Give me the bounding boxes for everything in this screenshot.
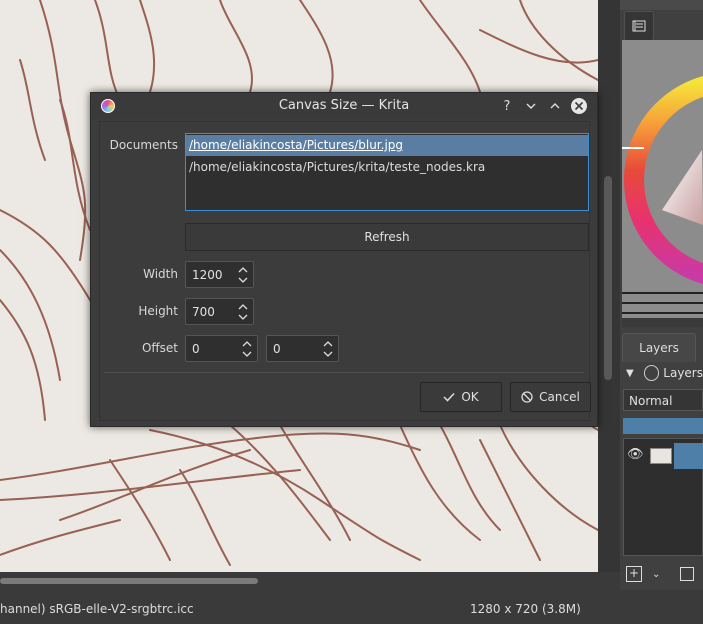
spin-arrows-icon[interactable] bbox=[323, 339, 333, 359]
tab-layers[interactable]: Layers bbox=[622, 333, 696, 362]
color-selector-panel[interactable] bbox=[622, 40, 703, 327]
blend-mode-select[interactable]: Normal bbox=[623, 389, 703, 411]
opacity-slider[interactable] bbox=[623, 418, 703, 434]
maximize-button[interactable] bbox=[546, 97, 564, 115]
chevron-down-icon[interactable]: ⌄ bbox=[652, 569, 660, 580]
ok-label: OK bbox=[461, 390, 479, 404]
width-spinbox[interactable]: 1200 bbox=[185, 261, 254, 288]
offset-x-spinbox[interactable]: 0 bbox=[185, 335, 258, 362]
spin-arrows-icon[interactable] bbox=[242, 339, 252, 359]
chevron-down-icon bbox=[526, 103, 536, 109]
spin-arrows-icon[interactable] bbox=[238, 265, 248, 285]
layer-thumbnail bbox=[650, 448, 672, 464]
panel-menu-icon[interactable] bbox=[624, 11, 654, 41]
close-button[interactable] bbox=[570, 97, 588, 115]
layer-list[interactable]: 👁 bbox=[623, 438, 703, 556]
documents-list[interactable]: /home/eliakincosta/Pictures/blur.jpg /ho… bbox=[185, 133, 589, 211]
canvas-horizontal-scrollbar[interactable] bbox=[0, 572, 598, 590]
separator bbox=[104, 372, 584, 373]
check-icon bbox=[443, 392, 455, 402]
spin-arrows-icon[interactable] bbox=[238, 302, 248, 322]
blend-mode-value: Normal bbox=[629, 394, 673, 408]
layers-docker-header: ▼ Layers bbox=[622, 361, 703, 385]
collapse-arrow-icon[interactable]: ▼ bbox=[626, 368, 634, 379]
canvas-size-dialog: Canvas Size — Krita ? Documents /home/el… bbox=[90, 92, 598, 427]
scroll-thumb[interactable] bbox=[0, 578, 258, 584]
duplicate-layer-icon[interactable] bbox=[680, 567, 695, 581]
status-bar: hannel) sRGB-elle-V2-srgbtrc.icc 1280 x … bbox=[0, 596, 703, 624]
layer-row[interactable]: 👁 bbox=[624, 441, 703, 469]
dialog-body: Documents /home/eliakincosta/Pictures/bl… bbox=[99, 121, 591, 421]
scroll-thumb[interactable] bbox=[604, 176, 612, 380]
eye-icon[interactable]: 👁 bbox=[627, 447, 644, 462]
canvas-vertical-scrollbar[interactable] bbox=[598, 0, 620, 572]
height-spinbox[interactable]: 700 bbox=[185, 298, 254, 325]
close-icon bbox=[571, 98, 587, 114]
image-size-status: 1280 x 720 (3.8M) bbox=[470, 602, 581, 616]
offset-x-value: 0 bbox=[192, 342, 200, 356]
list-item[interactable]: /home/eliakincosta/Pictures/blur.jpg bbox=[186, 135, 588, 156]
refresh-button[interactable]: Refresh bbox=[185, 223, 589, 251]
documents-label: Documents bbox=[109, 138, 178, 152]
layers-toolbar: + ⌄ bbox=[622, 562, 703, 586]
height-label: Height bbox=[138, 304, 178, 318]
width-value: 1200 bbox=[192, 268, 223, 282]
help-button[interactable]: ? bbox=[498, 97, 516, 115]
help-icon: ? bbox=[503, 98, 511, 114]
chevron-up-icon bbox=[550, 103, 560, 109]
width-label: Width bbox=[143, 267, 178, 281]
layer-selected-highlight bbox=[674, 443, 703, 469]
refresh-label: Refresh bbox=[364, 230, 410, 244]
layers-header-label: Layers bbox=[663, 366, 703, 380]
cancel-icon bbox=[521, 391, 533, 403]
cancel-button[interactable]: Cancel bbox=[510, 382, 591, 412]
height-value: 700 bbox=[192, 305, 215, 319]
minimize-button[interactable] bbox=[522, 97, 540, 115]
offset-label: Offset bbox=[141, 341, 178, 355]
cancel-label: Cancel bbox=[539, 390, 580, 404]
color-profile-status: hannel) sRGB-elle-V2-srgbtrc.icc bbox=[0, 602, 194, 616]
offset-y-value: 0 bbox=[273, 342, 281, 356]
offset-y-spinbox[interactable]: 0 bbox=[266, 335, 339, 362]
tab-layers-label: Layers bbox=[639, 341, 679, 355]
color-wheel[interactable] bbox=[622, 40, 703, 327]
add-layer-icon[interactable]: + bbox=[626, 566, 642, 582]
dialog-titlebar[interactable]: Canvas Size — Krita ? bbox=[91, 93, 597, 119]
dock-top-strip bbox=[620, 0, 703, 10]
ok-button[interactable]: OK bbox=[420, 382, 502, 412]
lock-icon[interactable] bbox=[643, 365, 660, 381]
list-item[interactable]: /home/eliakincosta/Pictures/krita/teste_… bbox=[186, 157, 588, 178]
